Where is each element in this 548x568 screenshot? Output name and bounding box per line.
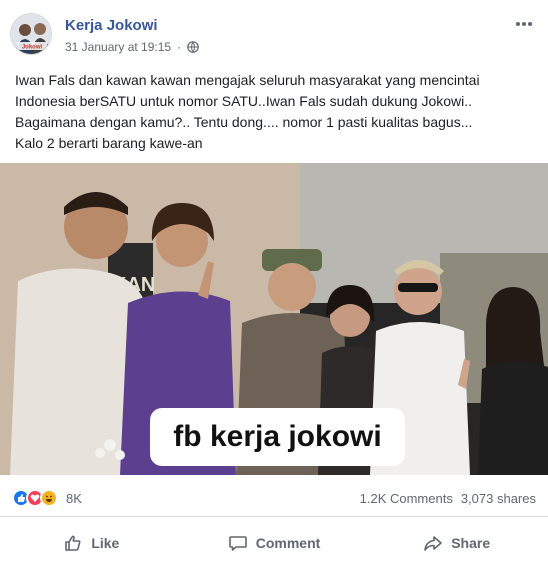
post-text-line: Iwan Fals dan kawan kawan mengajak selur… (15, 72, 480, 88)
like-label: Like (91, 535, 120, 551)
more-options-icon[interactable] (514, 14, 534, 34)
post-text-line: Kalo 2 berarti barang kawe-an (15, 135, 203, 151)
globe-icon (187, 41, 199, 53)
post-timestamp[interactable]: 31 January at 19:15 (65, 40, 171, 54)
like-button[interactable]: Like (0, 518, 183, 568)
comment-button[interactable]: Comment (183, 518, 366, 568)
reaction-count: 8K (66, 490, 82, 506)
author-name[interactable]: Kerja Jokowi (65, 17, 158, 34)
post-text-line: Bagaimana dengan kamu?.. Tentu dong.... … (15, 114, 473, 130)
page-avatar[interactable]: Jokowi (10, 13, 52, 55)
post-header: Jokowi Kerja Jokowi 31 January at 19:15 … (0, 0, 548, 62)
engagement-counts: 1.2K Comments 3,073 shares (360, 491, 536, 506)
post-photo[interactable]: KAN fb kerja jokowi (0, 163, 548, 475)
share-button[interactable]: Share (365, 518, 548, 568)
post-stats: 8K 1.2K Comments 3,073 shares (0, 475, 548, 517)
photo-watermark-caption: fb kerja jokowi (150, 408, 405, 466)
haha-reaction-icon (40, 489, 58, 507)
share-arrow-icon (424, 536, 443, 551)
post-action-bar: Like Comment Share (0, 518, 548, 568)
comment-label: Comment (255, 535, 321, 551)
avatar-image: Jokowi (11, 14, 51, 54)
share-label: Share (451, 535, 491, 551)
post-text-line: Indonesia berSATU untuk nomor SATU..Iwan… (15, 93, 473, 109)
thumbs-up-icon (65, 535, 81, 551)
avatar-text: Jokowi (22, 45, 43, 51)
comments-count-link[interactable]: 1.2K Comments (360, 491, 453, 506)
post-body: Iwan Fals dan kawan kawan mengajak selur… (15, 70, 540, 154)
comment-bubble-icon (228, 536, 247, 551)
post-meta: 31 January at 19:15 · (65, 40, 199, 54)
reaction-summary[interactable]: 8K (12, 489, 82, 507)
shares-count-link[interactable]: 3,073 shares (461, 491, 536, 506)
dot-separator: · (177, 40, 182, 54)
